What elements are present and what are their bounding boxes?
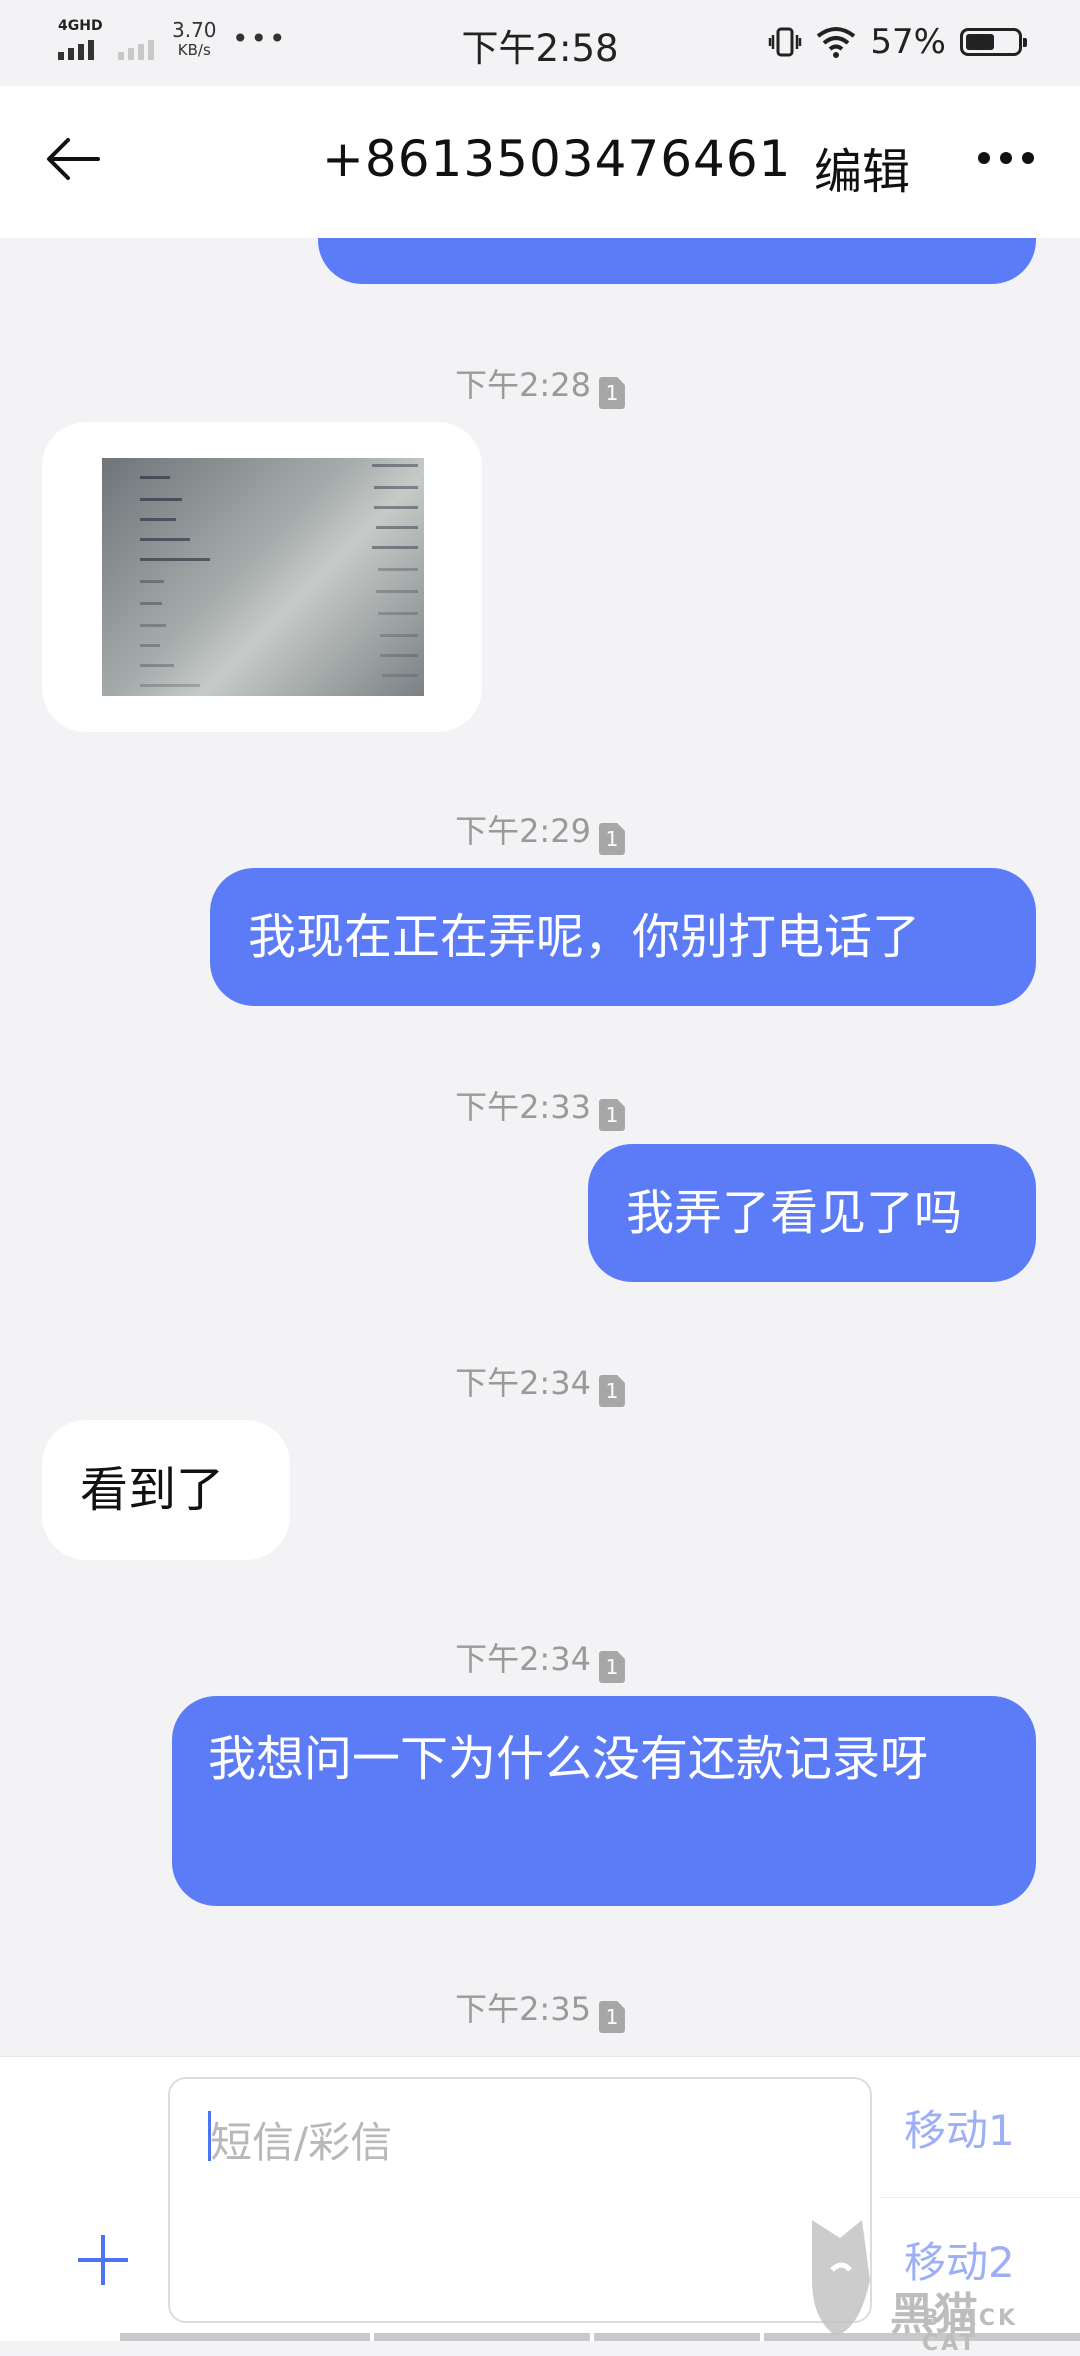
message-timestamp: 下午2:34 1 [0, 1358, 1080, 1407]
status-bar: 4GHD 3.70 KB/s ••• 下午2:58 57% [0, 0, 1080, 86]
watermark-subtext: BLACK CAT [922, 2306, 1019, 2356]
vibrate-icon [769, 27, 802, 57]
status-right-group: 57% [768, 22, 1027, 62]
message-list[interactable]: 下午2:28 1 下午2:29 1 我现在正在弄呢，你别打电话了 下午2:33 1 我… [0, 238, 1080, 2056]
sim-card-icon: 1 [598, 1651, 625, 1683]
message-bubble-incoming[interactable]: 看到了 [42, 1420, 290, 1560]
timestamp-text: 下午2:33 [455, 1088, 591, 1126]
edit-button[interactable]: 编辑 [814, 132, 910, 202]
sim-card-icon: 1 [598, 1099, 625, 1131]
conversation-header: +8613503476461 编辑 [0, 86, 1080, 238]
attached-photo[interactable] [102, 458, 424, 696]
contact-phone-number: +8613503476461 [322, 130, 792, 188]
message-bubble-outgoing[interactable]: 我想问一下为什么没有还款记录呀 [172, 1696, 1036, 1906]
send-options-divider [880, 2197, 1080, 2198]
message-timestamp: 下午2:28 1 [0, 360, 1080, 409]
sim-card-icon: 1 [598, 1375, 625, 1407]
message-bubble-outgoing[interactable]: 我弄了看见了吗 [588, 1144, 1036, 1282]
message-timestamp: 下午2:29 1 [0, 806, 1080, 855]
timestamp-text: 下午2:35 [455, 1990, 591, 2028]
more-options-icon[interactable] [978, 146, 1038, 170]
wifi-icon [817, 27, 856, 58]
timestamp-text: 下午2:28 [455, 366, 591, 404]
add-attachment-icon[interactable] [78, 2235, 128, 2285]
sim-card-icon: 1 [598, 377, 625, 409]
timestamp-text: 下午2:34 [455, 1364, 591, 1402]
message-bubble-outgoing-partial[interactable] [318, 238, 1036, 284]
message-input[interactable]: 短信/彩信 [168, 2077, 872, 2323]
message-bubble-image[interactable] [42, 422, 482, 732]
message-input-placeholder: 短信/彩信 [210, 2118, 393, 2167]
battery-icon [960, 28, 1027, 56]
sim-card-icon: 1 [598, 2001, 625, 2033]
message-timestamp: 下午2:35 1 [0, 1984, 1080, 2033]
message-timestamp: 下午2:34 1 [0, 1634, 1080, 1683]
battery-percent: 57% [870, 22, 946, 62]
timestamp-text: 下午2:29 [455, 812, 591, 850]
back-arrow-icon[interactable] [38, 124, 108, 194]
message-bubble-outgoing[interactable]: 我现在正在弄呢，你别打电话了 [210, 868, 1036, 1006]
sim-card-icon: 1 [598, 823, 625, 855]
message-timestamp: 下午2:33 1 [0, 1082, 1080, 1131]
send-sim1-button[interactable]: 移动1 [904, 2097, 1015, 2158]
timestamp-text: 下午2:34 [455, 1640, 591, 1678]
